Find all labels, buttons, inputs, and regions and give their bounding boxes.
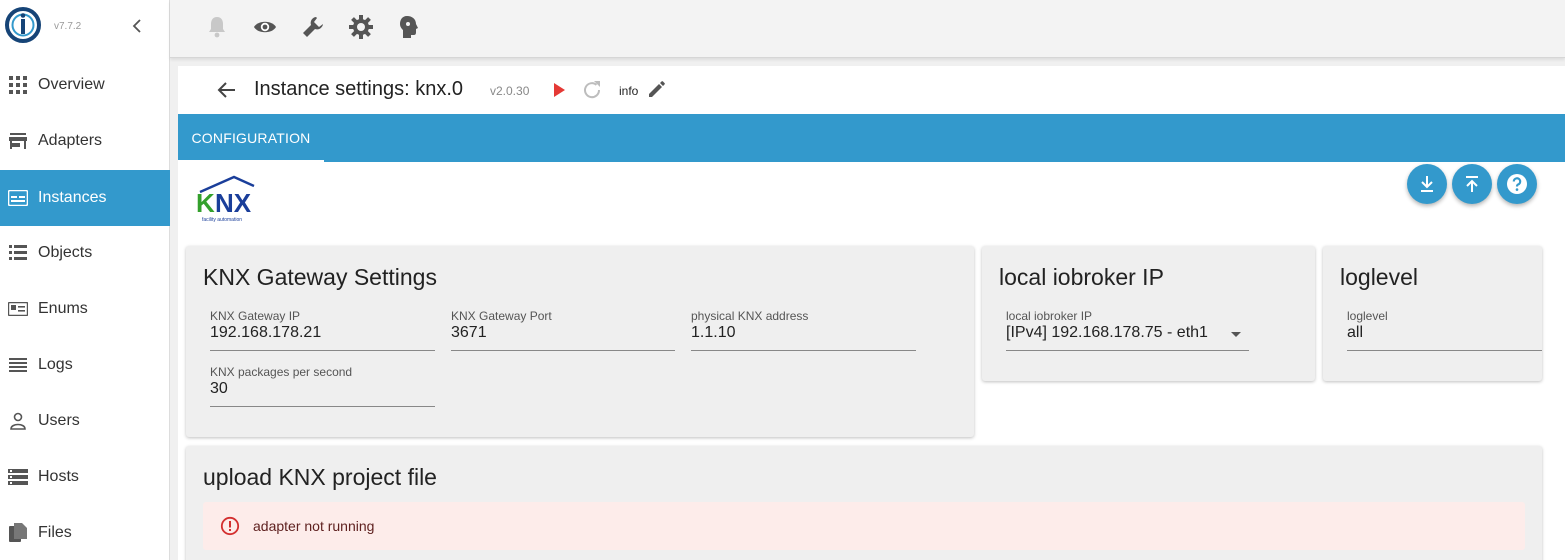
edit-pencil-icon[interactable] [646, 80, 666, 100]
upload-config-button[interactable] [1452, 164, 1492, 204]
svg-text:facility automation: facility automation [202, 217, 242, 223]
error-icon [220, 516, 240, 536]
sidebar-item-enums[interactable]: Enums [0, 281, 170, 337]
collapse-sidebar-icon[interactable] [128, 16, 146, 36]
sidebar-item-label: Objects [38, 244, 93, 261]
alert-message: adapter not running [253, 518, 375, 534]
instance-version: v2.0.30 [490, 84, 530, 98]
sidebar: v7.7.2 Overview Adapters Instances Objec… [0, 0, 170, 560]
sidebar-item-label: Logs [38, 356, 73, 373]
help-button[interactable] [1497, 164, 1537, 204]
files-icon [8, 523, 28, 543]
upload-icon [1466, 176, 1478, 192]
loglevel-card: loglevel loglevel all [1323, 246, 1542, 381]
sidebar-item-label: Overview [38, 76, 105, 93]
card-title: KNX Gateway Settings [203, 264, 437, 290]
help-icon [1507, 174, 1527, 194]
sidebar-item-label: Files [38, 524, 72, 541]
sidebar-item-logs[interactable]: Logs [0, 337, 170, 393]
enum-card-icon [8, 299, 28, 319]
sidebar-item-label: Enums [38, 300, 88, 317]
error-alert: adapter not running [203, 502, 1525, 550]
field-value: 3671 [451, 324, 487, 341]
field-value: 192.168.178.21 [210, 324, 322, 341]
sidebar-item-label: Hosts [38, 468, 79, 485]
field-label: physical KNX address [691, 309, 809, 323]
person-icon [8, 411, 28, 431]
reload-icon[interactable] [581, 79, 603, 101]
wrench-icon[interactable] [300, 14, 326, 40]
local-ip-select[interactable]: local iobroker IP [IPv4] 192.168.178.75 … [1006, 309, 1249, 351]
field-value: 30 [210, 380, 228, 397]
svg-text:K: K [196, 188, 215, 218]
sidebar-item-label: Users [38, 412, 80, 429]
gateway-ip-field[interactable]: KNX Gateway IP 192.168.178.21 [210, 309, 435, 351]
field-label: KNX Gateway IP [210, 309, 301, 323]
sidebar-header: v7.7.2 [0, 0, 169, 56]
store-icon [8, 131, 28, 151]
sidebar-item-label: Instances [38, 189, 107, 206]
play-icon[interactable] [550, 81, 568, 99]
tab-configuration[interactable]: CONFIGURATION [178, 114, 324, 162]
sidebar-item-overview[interactable]: Overview [0, 57, 170, 113]
svg-text:NX: NX [215, 188, 252, 218]
field-value: all [1347, 324, 1364, 341]
sidebar-item-label: Adapters [38, 132, 103, 149]
field-label: loglevel [1347, 309, 1388, 323]
back-arrow-icon[interactable] [216, 79, 238, 101]
gateway-settings-card: KNX Gateway Settings KNX Gateway IP 192.… [186, 246, 974, 437]
main-panel: Instance settings: knx.0 v2.0.30 info CO… [178, 66, 1565, 560]
sidebar-item-adapters[interactable]: Adapters [0, 113, 170, 169]
field-value: 1.1.10 [691, 324, 736, 341]
settings-icon[interactable] [348, 14, 374, 40]
list-icon [8, 243, 28, 263]
instances-icon [8, 188, 28, 208]
app-version: v7.7.2 [54, 21, 82, 32]
dropdown-arrow-icon [1231, 332, 1241, 337]
expert-mode-icon[interactable] [396, 14, 422, 40]
gateway-port-field[interactable]: KNX Gateway Port 3671 [451, 309, 675, 351]
physical-address-field[interactable]: physical KNX address 1.1.10 [691, 309, 916, 351]
field-label: KNX Gateway Port [451, 309, 552, 323]
tab-bar: CONFIGURATION [178, 114, 1565, 162]
top-toolbar [170, 0, 1565, 58]
sidebar-item-files[interactable]: Files [0, 505, 170, 560]
packages-per-second-field[interactable]: KNX packages per second 30 [210, 365, 435, 407]
lines-icon [8, 355, 28, 375]
field-value: [IPv4] 192.168.178.75 - eth1 [1006, 324, 1208, 341]
sidebar-item-hosts[interactable]: Hosts [0, 449, 170, 505]
page-title: Instance settings: knx.0 [254, 78, 464, 100]
bell-icon[interactable] [204, 14, 230, 40]
card-title: loglevel [1340, 264, 1418, 290]
sidebar-item-instances[interactable]: Instances [0, 170, 170, 226]
iobroker-logo[interactable] [4, 6, 42, 44]
field-label: local iobroker IP [1006, 309, 1093, 323]
sidebar-item-users[interactable]: Users [0, 393, 170, 449]
eye-icon[interactable] [252, 14, 278, 40]
download-icon [1421, 176, 1433, 192]
card-title: local iobroker IP [999, 264, 1164, 290]
loglevel-field[interactable]: loglevel all [1347, 309, 1542, 351]
sidebar-item-objects[interactable]: Objects [0, 225, 170, 281]
card-title: upload KNX project file [203, 464, 437, 490]
info-label[interactable]: info [619, 84, 638, 98]
config-content: K NX facility automation KNX Gateway Set… [178, 162, 1565, 560]
local-ip-card: local iobroker IP local iobroker IP [IPv… [982, 246, 1315, 381]
field-label: KNX packages per second [210, 365, 353, 379]
title-row: Instance settings: knx.0 v2.0.30 info [178, 66, 1565, 114]
storage-icon [8, 467, 28, 487]
download-config-button[interactable] [1407, 164, 1447, 204]
upload-project-card: upload KNX project file adapter not runn… [186, 446, 1542, 560]
apps-grid-icon [8, 75, 28, 95]
knx-logo: K NX facility automation [196, 175, 255, 223]
